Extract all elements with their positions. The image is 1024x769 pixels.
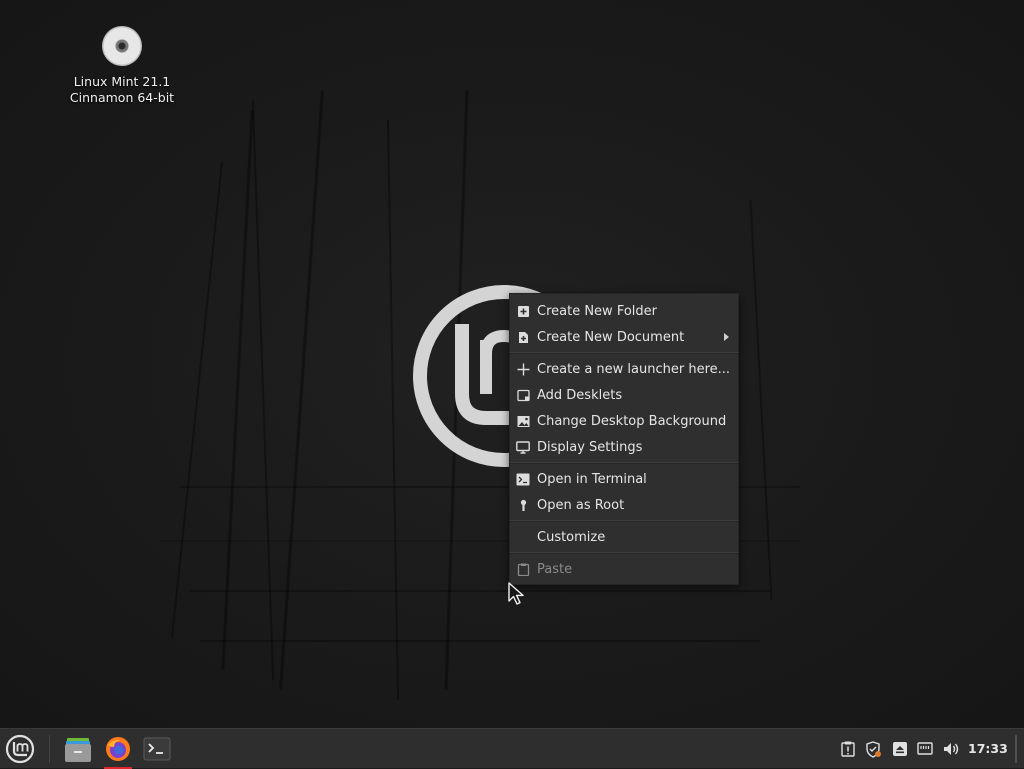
new-folder-icon — [516, 304, 530, 318]
menu-separator — [510, 462, 738, 464]
menu-separator — [510, 352, 738, 354]
file-manager-icon — [65, 738, 91, 762]
menu-item-label: Paste — [537, 561, 573, 577]
menu-item-add-desklets[interactable]: Add Desklets — [510, 382, 738, 408]
menu-item-label: Create New Document — [537, 329, 685, 345]
menu-separator — [510, 552, 738, 554]
wallpaper-streak — [200, 640, 760, 642]
launcher-terminal[interactable] — [140, 732, 174, 766]
show-desktop-button[interactable] — [1015, 735, 1017, 763]
launcher-files[interactable] — [61, 732, 95, 766]
menu-item-paste[interactable]: Paste — [510, 556, 738, 582]
launcher-firefox[interactable] — [101, 732, 135, 769]
wallpaper-streak — [251, 100, 275, 680]
wallpaper-streak — [170, 161, 224, 639]
main-menu-button[interactable] — [4, 733, 36, 765]
image-icon — [516, 414, 530, 428]
terminal-icon — [516, 472, 530, 486]
desktop-icon-label: Linux Mint 21.1 Cinnamon 64-bit — [70, 74, 174, 106]
menu-item-label: Add Desklets — [537, 387, 623, 403]
menu-item-display-settings[interactable]: Display Settings — [510, 434, 738, 460]
menu-item-label: Create a new launcher here... — [537, 361, 731, 377]
volume-icon[interactable] — [942, 740, 960, 758]
plus-icon — [516, 362, 530, 376]
panel-separator — [49, 735, 50, 763]
desktop-background[interactable]: Linux Mint 21.1 Cinnamon 64-bit Create N… — [0, 0, 1024, 728]
monitor-icon — [516, 440, 530, 454]
menu-separator — [510, 520, 738, 522]
wallpaper-streak — [386, 120, 400, 700]
menu-item-create-new-folder[interactable]: Create New Folder — [510, 298, 738, 324]
optical-disc-icon — [102, 26, 142, 66]
menu-item-label: Change Desktop Background — [537, 413, 727, 429]
menu-item-label: Create New Folder — [537, 303, 657, 319]
mouse-pointer-icon — [508, 582, 524, 605]
terminal-icon — [143, 737, 171, 761]
clipboard-icon — [516, 562, 530, 576]
menu-item-customize[interactable]: Customize — [510, 524, 738, 550]
key-icon — [516, 498, 530, 512]
linux-mint-menu-icon — [5, 734, 35, 764]
menu-item-open-in-terminal[interactable]: Open in Terminal — [510, 466, 738, 492]
menu-item-open-as-root[interactable]: Open as Root — [510, 492, 738, 518]
submenu-arrow-icon — [724, 333, 729, 341]
firefox-icon — [106, 737, 130, 761]
blank-icon — [516, 530, 530, 544]
menu-item-label: Customize — [537, 529, 606, 545]
network-icon[interactable] — [916, 740, 934, 758]
menu-item-label: Open in Terminal — [537, 471, 647, 487]
update-manager-icon[interactable] — [839, 740, 857, 758]
menu-item-create-launcher[interactable]: Create a new launcher here... — [510, 356, 738, 382]
menu-item-create-new-document[interactable]: Create New Document — [510, 324, 738, 350]
desktop-icon-linux-mint-disc[interactable]: Linux Mint 21.1 Cinnamon 64-bit — [62, 26, 182, 106]
menu-item-label: Open as Root — [537, 497, 625, 513]
removable-drive-icon[interactable] — [891, 740, 909, 758]
wallpaper-streak — [221, 110, 254, 670]
clock[interactable]: 17:33 — [968, 741, 1008, 756]
menu-item-label: Display Settings — [537, 439, 643, 455]
wallpaper-streak — [279, 90, 324, 690]
desktop-icon-label-line1: Linux Mint 21.1 — [73, 74, 171, 89]
desktop-icon-label-line2: Cinnamon 64-bit — [69, 90, 175, 105]
new-document-icon — [516, 330, 530, 344]
menu-item-change-background[interactable]: Change Desktop Background — [510, 408, 738, 434]
taskbar-panel: 17:33 — [0, 728, 1024, 769]
wallpaper-streak — [190, 590, 770, 592]
shield-icon[interactable] — [864, 740, 882, 758]
desktop-context-menu: Create New Folder Create New Document Cr… — [509, 293, 739, 585]
desklet-icon — [516, 388, 530, 402]
